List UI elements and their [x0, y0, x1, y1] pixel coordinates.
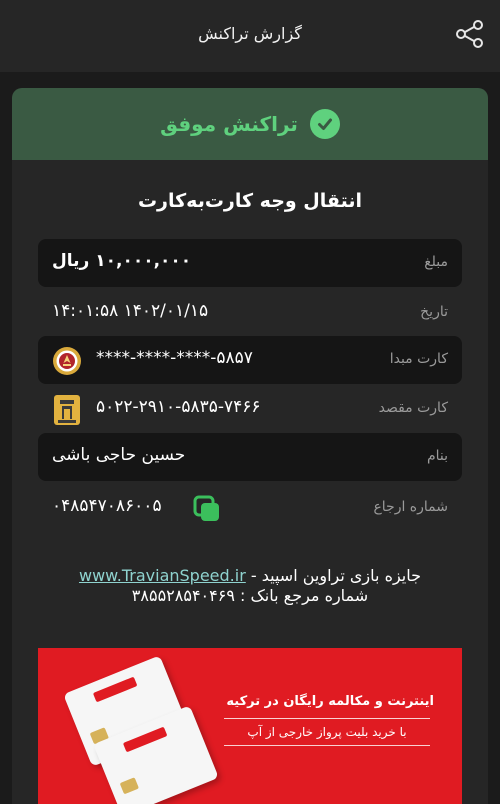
amount-label: مبلغ — [424, 254, 448, 270]
source-card-row: کارت مبدا ****-****-****-۵۸۵۷ — [38, 336, 462, 384]
date-label: تاریخ — [420, 304, 448, 320]
share-button[interactable] — [452, 16, 488, 52]
destination-card-number: ۵۰۲۲-۲۹۱۰-۵۸۳۵-۷۴۶۶ — [96, 397, 261, 417]
source-card-label: کارت مبدا — [389, 351, 448, 367]
status-banner: تراکنش موفق — [12, 88, 488, 160]
destination-card-row: کارت مقصد ۵۰۲۲-۲۹۱۰-۵۸۳۵-۷۴۶۶ — [38, 385, 462, 433]
banner-subtitle: با خرید بلیت پرواز خارجی از آپ — [247, 725, 407, 739]
check-circle-icon — [309, 109, 340, 139]
transaction-type: انتقال وجه کارت‌به‌کارت — [137, 190, 363, 212]
destination-card-label: کارت مقصد — [378, 400, 448, 416]
source-card-number: ****-****-****-۵۸۵۷ — [96, 348, 253, 368]
recipient-name: حسین حاجی باشی — [52, 445, 186, 465]
date-row: تاریخ ۱۴:۰۱:۵۸ ۱۴۰۲/۰۱/۱۵ — [38, 289, 462, 337]
bank-pasargad-logo — [54, 395, 80, 425]
copy-icon[interactable] — [192, 494, 222, 524]
app-bar: گزارش تراکنش — [0, 0, 500, 72]
page-title: گزارش تراکنش — [198, 24, 302, 43]
share-icon — [456, 20, 483, 48]
reference-row: شماره ارجاع ۰۴۸۵۴۷۰۸۶۰۰۵ — [38, 484, 462, 532]
promo-banner[interactable]: اینترنت و مکالمه رایگان در ترکیه با خرید… — [38, 648, 462, 804]
website-link[interactable]: www.TravianSpeed.ir — [79, 566, 246, 585]
amount-value: ۱۰,۰۰۰,۰۰۰ ریال — [52, 251, 192, 271]
bank-reference-line: شماره مرجع بانک : ۳۸۵۵۲۸۵۴۰۴۶۹ — [131, 586, 369, 605]
bank-melli-logo — [53, 347, 81, 375]
name-label: بنام — [426, 448, 448, 464]
banner-subtitle-frame: با خرید بلیت پرواز خارجی از آپ — [224, 718, 430, 746]
transaction-card: تراکنش موفق انتقال وجه کارت‌به‌کارت مبلغ… — [12, 88, 488, 804]
name-row: بنام حسین حاجی باشی — [38, 433, 462, 481]
info-text: جایزه بازی تراوین اسپید - www.TravianSpe… — [12, 566, 488, 606]
banner-title: اینترنت و مکالمه رایگان در ترکیه — [226, 694, 434, 709]
status-text: تراکنش موفق — [160, 112, 298, 136]
info-line-1: جایزه بازی تراوین اسپید - www.TravianSpe… — [12, 566, 488, 586]
date-value: ۱۴:۰۱:۵۸ ۱۴۰۲/۰۱/۱۵ — [52, 301, 209, 321]
reference-number: ۰۴۸۵۴۷۰۸۶۰۰۵ — [52, 496, 162, 516]
info-prefix: جایزه بازی تراوین اسپید - — [245, 566, 421, 585]
reference-label: شماره ارجاع — [373, 499, 448, 515]
amount-row: مبلغ ۱۰,۰۰۰,۰۰۰ ریال — [38, 239, 462, 287]
